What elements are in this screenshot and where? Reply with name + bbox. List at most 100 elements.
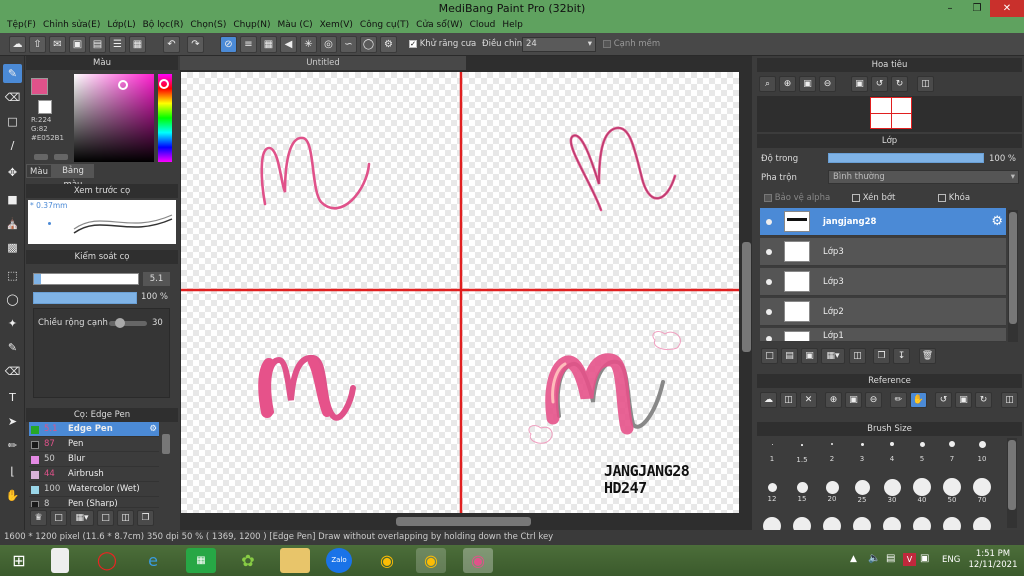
add-brush-icon[interactable]: ♛ bbox=[30, 510, 47, 526]
hue-slider[interactable] bbox=[158, 74, 172, 162]
edge-checkbox[interactable] bbox=[603, 39, 611, 48]
duplicate-layer-icon[interactable]: ❐ bbox=[873, 348, 890, 364]
size-option-40[interactable]: 40 bbox=[907, 478, 937, 504]
menu-edit[interactable]: Chỉnh sửa(E) bbox=[36, 17, 100, 33]
opera-icon[interactable]: ◯ bbox=[92, 548, 122, 573]
layer-scrollbar[interactable] bbox=[1008, 210, 1018, 342]
reference-rotate-right-icon[interactable]: ↻ bbox=[975, 392, 992, 408]
list-icon[interactable]: ☰ bbox=[109, 36, 126, 53]
layer-folder-icon[interactable]: ◫ bbox=[849, 348, 866, 364]
rotate-right-icon[interactable]: ↻ bbox=[891, 76, 908, 92]
no-snap-icon[interactable]: ⊘ bbox=[220, 36, 237, 53]
network-icon[interactable]: ▤ bbox=[886, 553, 895, 564]
visibility-icon[interactable] bbox=[766, 219, 772, 225]
tab-color[interactable]: Màu bbox=[26, 164, 52, 178]
size-option-70[interactable]: 70 bbox=[967, 478, 997, 504]
reference-fit-icon[interactable]: ▣ bbox=[845, 392, 862, 408]
reference-zoom-in-icon[interactable]: ⊕ bbox=[825, 392, 842, 408]
flip-icon[interactable]: ◫ bbox=[917, 76, 934, 92]
brush-item-watercolor[interactable]: 100 Watercolor (Wet) bbox=[29, 482, 159, 497]
layer-menu-icon[interactable]: ▦▾ bbox=[821, 348, 845, 364]
cloud-icon[interactable]: ☁ bbox=[9, 36, 26, 53]
menu-layer[interactable]: Lớp(L) bbox=[100, 17, 135, 33]
magic-wand-icon[interactable]: ✦ bbox=[3, 314, 22, 333]
size-option-2[interactable]: 2 bbox=[817, 443, 847, 463]
brush-item-pen-sharp[interactable]: 8 Pen (Sharp) bbox=[29, 497, 159, 508]
size-option-4[interactable]: 4 bbox=[877, 442, 907, 463]
zoom-in-nav-icon[interactable]: ⊕ bbox=[779, 76, 796, 92]
brush-menu-icon[interactable]: ▦▾ bbox=[70, 510, 94, 526]
menu-help[interactable]: Help bbox=[495, 17, 523, 33]
select-pen-icon[interactable]: ✎ bbox=[3, 338, 22, 357]
operation-tool-icon[interactable]: ➤ bbox=[3, 412, 22, 431]
store-icon[interactable]: ▦ bbox=[186, 548, 216, 573]
line-tool-icon[interactable]: ∕ bbox=[3, 136, 22, 155]
opacity-slider[interactable] bbox=[33, 292, 137, 304]
gear-icon[interactable]: ⚙ bbox=[991, 214, 1003, 229]
layer-opacity-slider[interactable] bbox=[828, 153, 984, 163]
circle-snap-icon[interactable]: ◎ bbox=[320, 36, 337, 53]
menu-select[interactable]: Chọn(S) bbox=[183, 17, 226, 33]
menu-cloud[interactable]: Cloud bbox=[463, 17, 496, 33]
size-option-30[interactable]: 30 bbox=[877, 479, 907, 504]
radial-snap-icon[interactable]: ✳ bbox=[300, 36, 317, 53]
actual-size-icon[interactable]: ▣ bbox=[851, 76, 868, 92]
parallel-snap-icon[interactable]: ≡ bbox=[240, 36, 257, 53]
size-option-25[interactable]: 25 bbox=[847, 480, 877, 504]
zoom-out-nav-icon[interactable]: ⌕ bbox=[759, 76, 776, 92]
menu-window[interactable]: Cửa sổ(W) bbox=[409, 17, 462, 33]
reference-zoom-out-icon[interactable]: ⊖ bbox=[865, 392, 882, 408]
menu-view[interactable]: Xem(V) bbox=[313, 17, 353, 33]
layer-row-lop3[interactable]: Lớp3 bbox=[760, 238, 1006, 266]
canvas[interactable]: JANGJANG28 HD247 bbox=[181, 72, 739, 513]
reference-flip-icon[interactable]: ◫ bbox=[1001, 392, 1018, 408]
menu-tools[interactable]: Công cụ(T) bbox=[353, 17, 409, 33]
size-option-10[interactable]: 10 bbox=[967, 441, 997, 463]
vertical-scrollbar[interactable] bbox=[741, 72, 752, 513]
size-option-20[interactable]: 20 bbox=[817, 481, 847, 503]
clock[interactable]: 1:51 PM 12/11/2021 bbox=[968, 549, 1018, 571]
redo-icon[interactable]: ↷ bbox=[187, 36, 204, 53]
layer-row-lop3-b[interactable]: Lớp3 bbox=[760, 268, 1006, 296]
brush-item-airbrush[interactable]: 44 Airbrush bbox=[29, 467, 159, 482]
layer-row-jangjang28[interactable]: jangjang28 ⚙ bbox=[760, 208, 1006, 236]
zalo-icon[interactable]: Zalo bbox=[326, 548, 352, 573]
file-icon[interactable] bbox=[51, 548, 69, 573]
windows-start-icon[interactable]: ⊞ bbox=[4, 548, 34, 573]
app-icon[interactable]: ✿ bbox=[233, 548, 263, 573]
reference-actual-icon[interactable]: ▣ bbox=[955, 392, 972, 408]
visibility-icon[interactable] bbox=[766, 309, 772, 315]
vanish-snap-icon[interactable]: ◀ bbox=[280, 36, 297, 53]
chrome-active-icon[interactable]: ◉ bbox=[416, 548, 446, 573]
secondary-color-swatch[interactable] bbox=[38, 100, 52, 114]
size-option-1-5[interactable]: 1.5 bbox=[787, 444, 817, 464]
primary-color-swatch[interactable] bbox=[31, 78, 48, 95]
reference-dropper-icon[interactable]: ✏ bbox=[890, 392, 907, 408]
tray-v-icon[interactable]: V bbox=[903, 553, 916, 566]
lock-checkbox[interactable] bbox=[938, 193, 946, 202]
brush-item-pen[interactable]: 87 Pen bbox=[29, 437, 159, 452]
saturation-picker[interactable] bbox=[74, 74, 154, 162]
cross-snap-icon[interactable]: ▦ bbox=[260, 36, 277, 53]
document-icon[interactable]: ▤ bbox=[89, 36, 106, 53]
size-value[interactable]: 5.1 bbox=[143, 272, 170, 286]
swap-color-icon[interactable] bbox=[34, 154, 48, 160]
layer-row-lop2[interactable]: Lớp2 bbox=[760, 298, 1006, 326]
new-8bit-layer-icon[interactable]: ▣ bbox=[801, 348, 818, 364]
brush-size-scrollbar[interactable] bbox=[1007, 438, 1017, 528]
trash-icon[interactable]: 🗑 bbox=[919, 348, 936, 364]
size-option-3[interactable]: 3 bbox=[847, 443, 877, 463]
select-eraser-icon[interactable]: ⌫ bbox=[3, 362, 22, 381]
comment-icon[interactable]: ✉ bbox=[49, 36, 66, 53]
rectangle-tool-icon[interactable]: □ bbox=[3, 112, 22, 131]
menu-filter[interactable]: Bộ lọc(R) bbox=[136, 17, 184, 33]
volume-icon[interactable]: 🔈 bbox=[868, 553, 880, 564]
rotate-left-icon[interactable]: ↺ bbox=[871, 76, 888, 92]
move-tool-icon[interactable]: ✥ bbox=[3, 163, 22, 182]
menu-file[interactable]: Tệp(F) bbox=[0, 17, 36, 33]
size-option-50[interactable]: 50 bbox=[937, 478, 967, 504]
dropper-tool-icon[interactable]: ✏ bbox=[3, 436, 22, 455]
tray-up-icon[interactable]: ▲ bbox=[850, 554, 857, 564]
clipping-checkbox[interactable] bbox=[852, 193, 860, 202]
share-icon[interactable]: ⇧ bbox=[29, 36, 46, 53]
